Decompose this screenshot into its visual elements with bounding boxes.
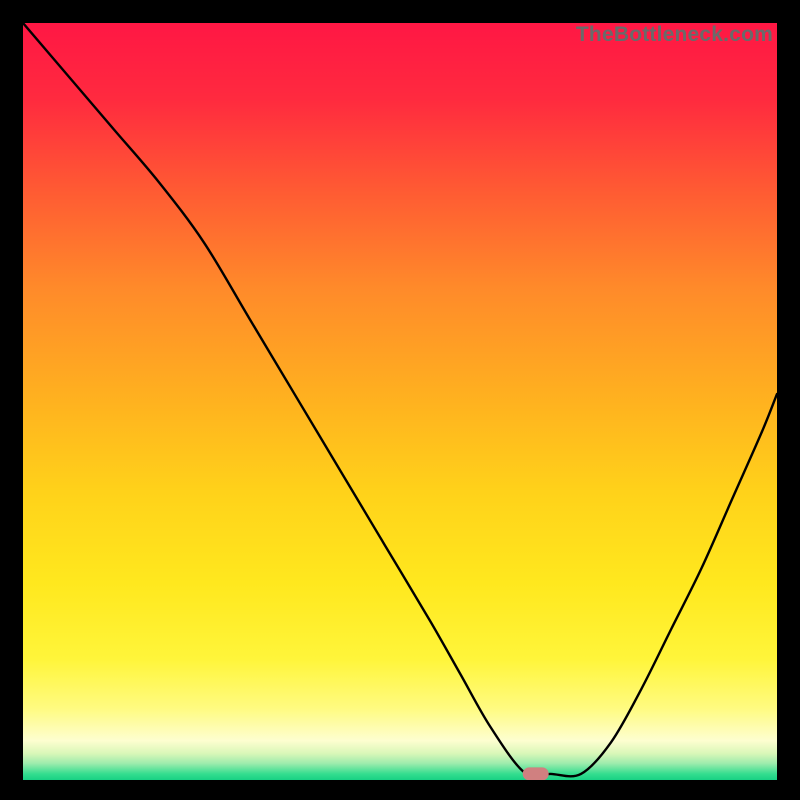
gradient-background (23, 23, 777, 780)
plot-area: TheBottleneck.com (23, 23, 777, 780)
watermark-text: TheBottleneck.com (576, 23, 773, 47)
chart-frame: TheBottleneck.com (0, 0, 800, 800)
chart-svg (23, 23, 777, 780)
marker-point (523, 767, 549, 780)
